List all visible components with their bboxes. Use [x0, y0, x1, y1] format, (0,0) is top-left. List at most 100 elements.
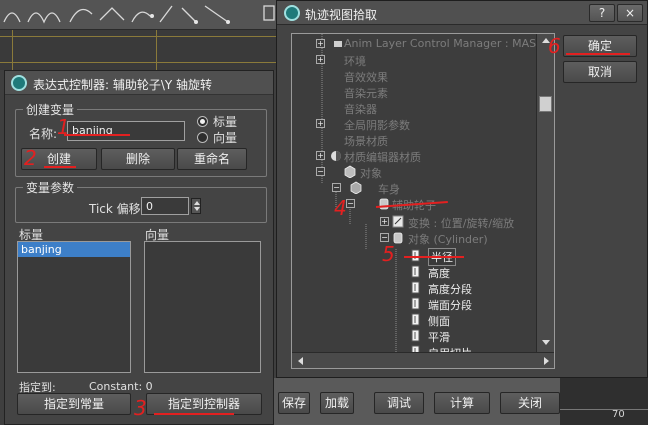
underline-ok-button	[566, 53, 630, 55]
key-track-icon	[332, 37, 344, 50]
expr-title-bar[interactable]: 表达式控制器: 辅助轮子\Y 轴旋转	[5, 71, 273, 95]
scalar-list[interactable]: banjing	[17, 241, 131, 373]
param-track-icon	[410, 329, 422, 342]
underline-create-button	[44, 166, 76, 168]
tree-item[interactable]: − 对象 (Cylinder)	[292, 230, 536, 246]
expand-icon[interactable]: +	[316, 39, 325, 48]
scroll-down-icon[interactable]	[542, 340, 550, 345]
cancel-button[interactable]: 取消	[563, 61, 637, 83]
help-button[interactable]: ?	[589, 4, 615, 22]
tree-item-label: 对象 (Cylinder)	[408, 233, 488, 246]
expand-icon[interactable]: +	[380, 217, 389, 226]
close-dialog-button[interactable]: 关闭	[500, 392, 560, 414]
underline-radius	[404, 256, 464, 258]
underline-assign-controller	[154, 413, 234, 415]
tree-item[interactable]: + 材质编辑器材质	[292, 148, 536, 164]
tree-item[interactable]: 音染元素	[292, 84, 536, 100]
tree-horizontal-scrollbar[interactable]	[292, 352, 554, 368]
tree-item[interactable]: 平滑	[292, 328, 536, 344]
variable-params-label: 变量参数	[23, 179, 78, 196]
tree-item[interactable]: 场景材质	[292, 132, 536, 148]
collapse-icon[interactable]: −	[332, 183, 341, 192]
sphere-track-icon	[330, 149, 342, 162]
tree-item-label: 高度分段	[428, 283, 472, 296]
tick-offset-input[interactable]: 0	[141, 197, 189, 215]
assign-to-controller-button[interactable]: 指定到控制器	[146, 393, 262, 415]
tree-item[interactable]: − 车身	[292, 180, 536, 196]
param-track-icon	[410, 297, 422, 310]
tree-item-label: 环境	[344, 55, 366, 68]
app-logo-icon	[284, 5, 300, 21]
save-button[interactable]: 保存	[278, 392, 310, 414]
box-track-icon	[344, 165, 356, 179]
viewport-area	[0, 30, 290, 70]
constant-value-label: Constant: 0	[89, 380, 153, 393]
main-toolbar	[0, 0, 290, 30]
tree-item[interactable]: + 变换 : 位置/旋转/缩放	[292, 214, 536, 230]
tv-title: 轨迹视图拾取	[305, 8, 378, 22]
expression-controller-dialog: 表达式控制器: 辅助轮子\Y 轴旋转 创建变量 名称: banjing 标量 向…	[4, 70, 274, 425]
tree-item[interactable]: 高度分段	[292, 280, 536, 296]
radio-vector-label: 向量	[213, 131, 238, 145]
tree-item[interactable]: 音染器	[292, 100, 536, 116]
variable-name-input[interactable]: banjing	[67, 121, 185, 141]
tick-offset-label: Tick 偏移:	[89, 202, 145, 216]
tree-item[interactable]: + Anim Layer Control Manager : MASTER	[292, 36, 554, 52]
tv-title-bar[interactable]: 轨迹视图拾取 ? ×	[277, 1, 647, 25]
tree-item[interactable]: − 对象	[292, 164, 536, 180]
expand-icon[interactable]: +	[316, 151, 325, 160]
tick-offset-spinner[interactable]	[191, 198, 201, 214]
load-button[interactable]: 加载	[320, 392, 354, 414]
param-track-icon	[410, 313, 422, 326]
debug-button[interactable]: 调试	[374, 392, 424, 414]
collapse-icon[interactable]: −	[380, 233, 389, 242]
expand-icon[interactable]: +	[316, 119, 325, 128]
tree-item[interactable]: + 全局阴影参数	[292, 116, 536, 132]
annotation-4: 4	[334, 196, 347, 220]
app-logo-icon	[11, 75, 27, 91]
tree-item-label: 场景材质	[344, 135, 388, 148]
track-tree[interactable]: + Anim Layer Control Manager : MASTER + 环境音…	[291, 33, 555, 369]
tree-item-label: 侧面	[428, 315, 450, 328]
collapse-icon[interactable]: −	[316, 167, 325, 176]
annotation-6: 6	[548, 34, 561, 58]
tree-item[interactable]: + 环境	[292, 52, 536, 68]
param-track-icon	[410, 265, 422, 278]
tree-item-label: 平滑	[428, 331, 450, 344]
tree-item[interactable]: 侧面	[292, 312, 536, 328]
tree-item-label: 车身	[378, 183, 400, 196]
radio-vector[interactable]	[197, 132, 208, 143]
close-icon[interactable]: ×	[617, 4, 643, 22]
annotation-5: 5	[382, 242, 395, 266]
tree-item-label: 材质编辑器材质	[344, 151, 421, 164]
scroll-thumb[interactable]	[539, 96, 552, 112]
evaluate-button[interactable]: 计算	[434, 392, 490, 414]
delete-button[interactable]: 删除	[101, 148, 175, 170]
expand-icon[interactable]: +	[316, 55, 325, 64]
tree-item-label: 对象	[360, 167, 382, 180]
tree-item[interactable]: 音效效果	[292, 68, 536, 84]
name-label: 名称:	[29, 127, 58, 141]
curve-tools-icons	[3, 5, 275, 24]
assign-to-constant-button[interactable]: 指定到常量	[17, 393, 131, 415]
timeline-track	[560, 378, 648, 425]
tree-item[interactable]: 端面分段	[292, 296, 536, 312]
tree-item-label: 端面分段	[428, 299, 472, 312]
radio-scalar[interactable]	[197, 116, 208, 127]
tree-item-label: 音染元素	[344, 87, 388, 100]
rename-button[interactable]: 重命名	[177, 148, 247, 170]
tree-item-label: 音效效果	[344, 71, 388, 84]
scroll-right-icon[interactable]	[544, 357, 549, 365]
radio-scalar-label: 标量	[213, 115, 238, 129]
scroll-left-icon[interactable]	[298, 357, 303, 365]
list-item[interactable]: banjing	[18, 242, 130, 257]
collapse-icon[interactable]: −	[346, 199, 355, 208]
tree-item-label: 高度	[428, 267, 450, 280]
underline-name-input	[64, 134, 130, 136]
tree-item-label: 音染器	[344, 103, 377, 116]
expr-title: 表达式控制器: 辅助轮子\Y 轴旋转	[33, 78, 213, 92]
tree-vertical-scrollbar[interactable]	[536, 34, 554, 352]
timeline-frame-number: 70	[612, 409, 625, 420]
vector-list[interactable]	[144, 241, 261, 373]
tree-item[interactable]: 高度	[292, 264, 536, 280]
